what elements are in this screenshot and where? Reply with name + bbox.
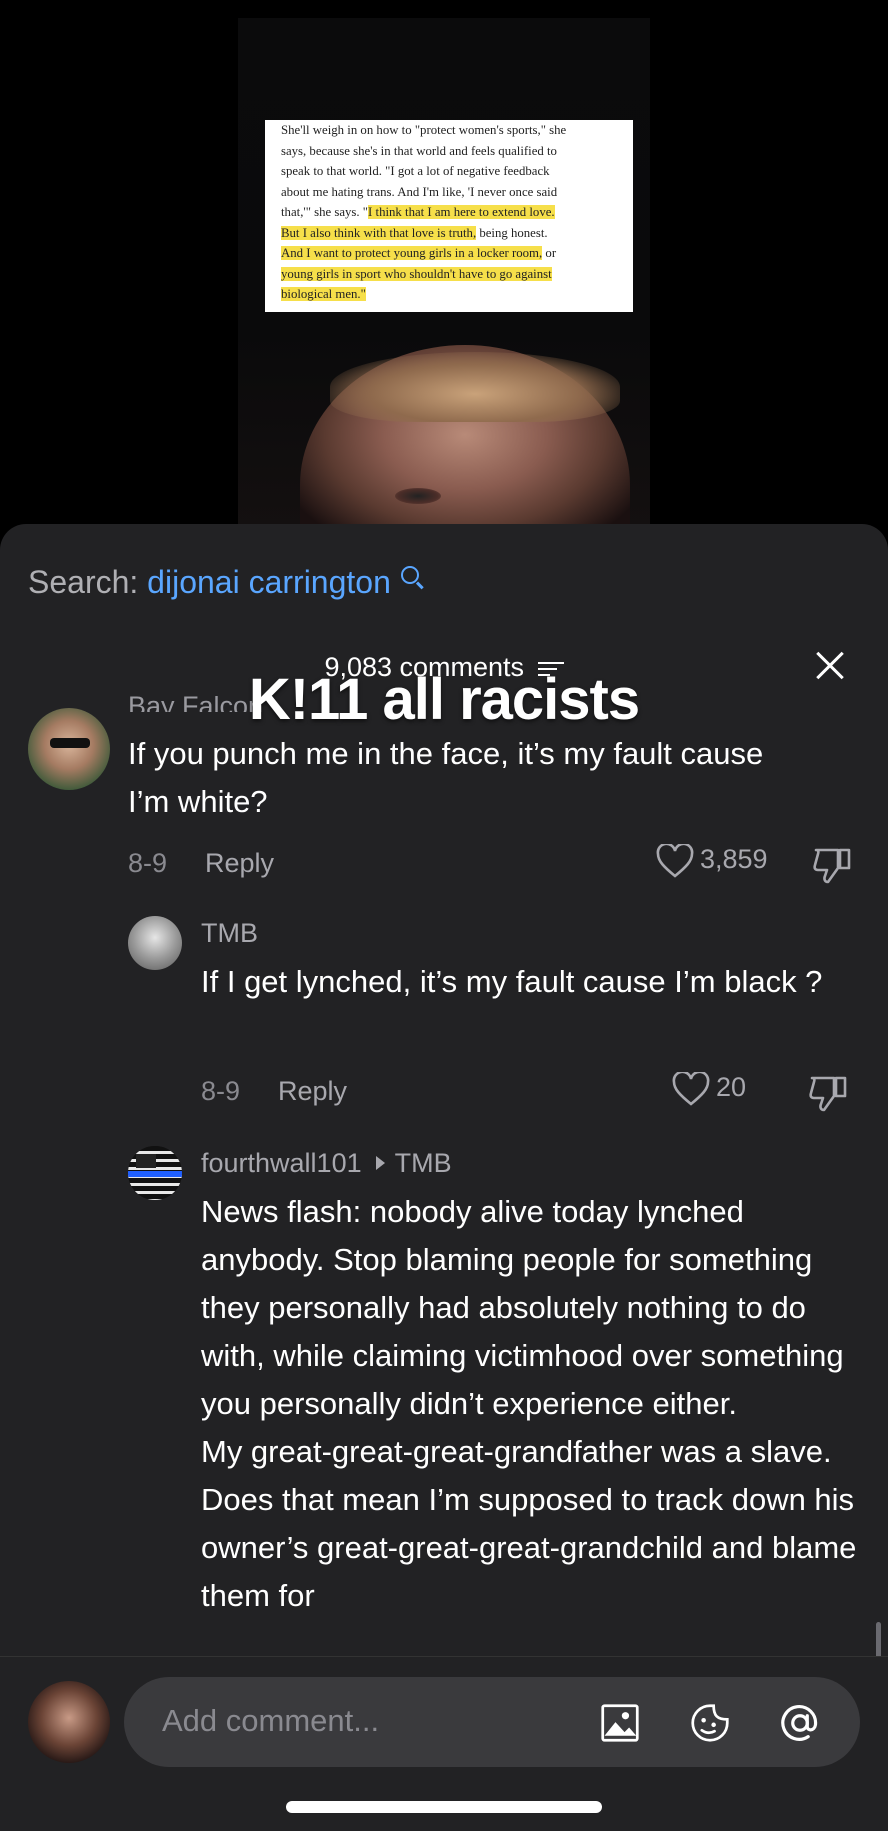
comment-author[interactable]: TMB xyxy=(201,918,258,949)
article-line: She'll weigh in on how to "protect women… xyxy=(281,123,567,137)
image-icon[interactable] xyxy=(600,1703,640,1743)
article-line: But I also think with that love is truth… xyxy=(281,225,548,240)
article-line: that,'" she says. "I think that I am her… xyxy=(281,205,555,219)
reply-arrow-icon xyxy=(375,1156,385,1170)
reply-to-author[interactable]: TMB xyxy=(395,1148,452,1178)
comments-sheet: Search: dijonai carrington 9,083 comment… xyxy=(0,524,888,1830)
search-icon xyxy=(400,566,419,584)
comment-date: 8-9 xyxy=(128,848,168,878)
highlighted-text: young girls in sport who shouldn't have … xyxy=(281,266,552,281)
article-screenshot: She'll weigh in on how to "protect women… xyxy=(265,120,633,312)
like-count: 3,859 xyxy=(700,844,768,875)
comment-composer: Add comment... xyxy=(0,1656,888,1831)
comment-meta: 8-9 Reply xyxy=(201,1076,347,1107)
heart-icon xyxy=(656,844,694,878)
video-overlay-caption: K!11 all racists xyxy=(248,667,640,732)
emoji-icon[interactable] xyxy=(690,1703,730,1743)
search-label: Search: xyxy=(28,564,139,600)
avatar[interactable] xyxy=(128,1146,182,1200)
highlighted-text: I think that I am here to extend love. xyxy=(368,205,555,219)
comment-input[interactable]: Add comment... xyxy=(124,1677,860,1767)
avatar xyxy=(28,1681,110,1763)
dislike-icon[interactable] xyxy=(812,846,852,884)
video-player[interactable]: She'll weigh in on how to "protect women… xyxy=(0,0,888,545)
creator-eye xyxy=(395,488,441,504)
comment-placeholder: Add comment... xyxy=(162,1703,380,1738)
search-suggestion[interactable]: Search: dijonai carrington xyxy=(28,564,419,601)
avatar[interactable] xyxy=(128,916,182,970)
comment-text: If I get lynched, it’s my fault cause I’… xyxy=(201,964,823,999)
comment-text: News flash: nobody alive today lynched a… xyxy=(201,1194,857,1613)
comment-author[interactable]: fourthwall101 xyxy=(201,1148,362,1178)
home-indicator[interactable] xyxy=(286,1801,602,1813)
article-line: says, because she's in that world and fe… xyxy=(281,143,557,158)
article-line: about me hating trans. And I'm like, 'I … xyxy=(281,184,558,199)
highlighted-text: But I also think with that love is truth… xyxy=(281,225,477,240)
comment-author-line[interactable]: fourthwall101 TMB xyxy=(201,1148,452,1179)
article-line: young girls in sport who shouldn't have … xyxy=(281,264,621,285)
article-line: speak to that world. "I got a lot of neg… xyxy=(281,164,550,178)
like-count: 20 xyxy=(716,1072,747,1103)
highlighted-text: biological men." xyxy=(281,287,366,301)
highlighted-text: And I want to protect young girls in a l… xyxy=(281,246,543,260)
reply-button[interactable]: Reply xyxy=(205,848,274,878)
search-query[interactable]: dijonai carrington xyxy=(147,564,391,600)
article-line: biological men." xyxy=(281,284,621,305)
mention-icon[interactable] xyxy=(780,1703,820,1743)
creator-hair xyxy=(330,352,620,422)
dislike-icon[interactable] xyxy=(808,1074,848,1112)
heart-icon xyxy=(672,1072,710,1106)
like-button[interactable]: 20 xyxy=(672,1072,746,1106)
reply-button[interactable]: Reply xyxy=(278,1076,347,1106)
article-line: And I want to protect young girls in a l… xyxy=(281,246,557,260)
comment-date: 8-9 xyxy=(201,1076,241,1106)
like-button[interactable]: 3,859 xyxy=(656,844,768,878)
comment-text: If you punch me in the face, it’s my fau… xyxy=(128,736,764,819)
comment-meta: 8-9 Reply xyxy=(128,848,274,879)
